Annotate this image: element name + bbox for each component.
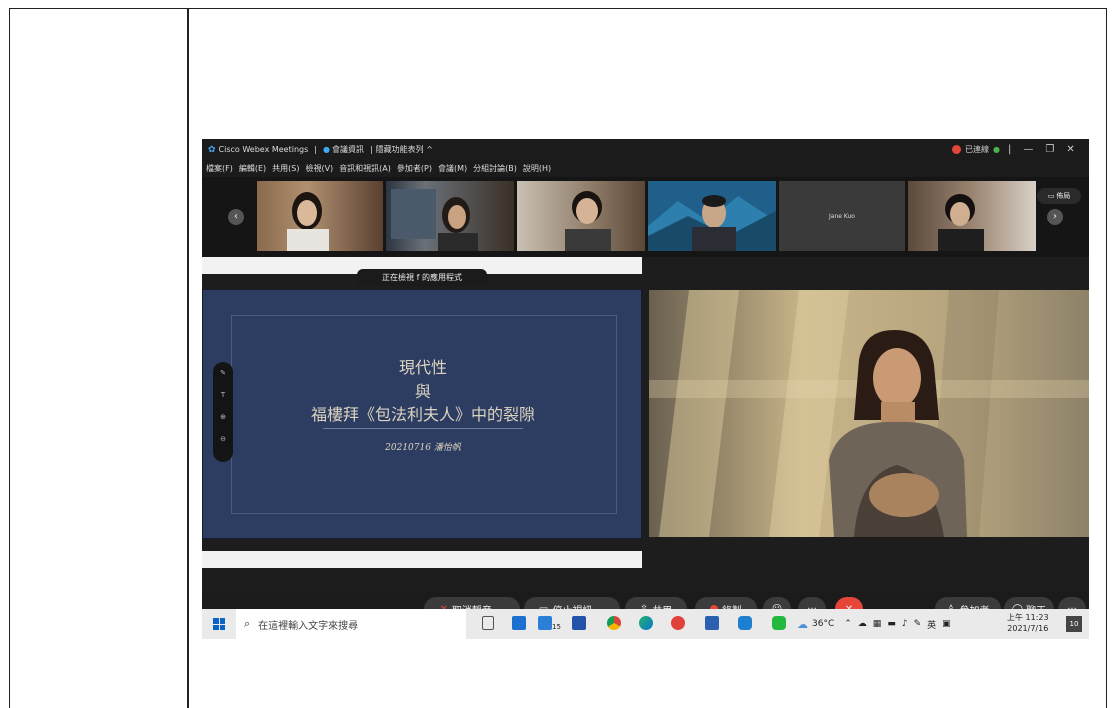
task-view-icon[interactable] [482, 616, 494, 630]
windows-start-icon[interactable] [213, 618, 225, 630]
clock[interactable]: 上午 11:23 2021/7/16 [1007, 612, 1049, 634]
document-column-divider [187, 8, 189, 708]
connection-status[interactable]: 已連線 [965, 144, 989, 155]
participant-name: Jane Kuo [829, 212, 855, 220]
screen-recorder-icon[interactable] [671, 616, 685, 630]
shared-window-bottom-edge [202, 551, 642, 568]
slide-divider [323, 428, 523, 429]
participant-avatar [565, 191, 611, 251]
slide-title-line2: 與 [414, 382, 431, 401]
clock-time: 上午 11:23 [1007, 613, 1049, 622]
menu-meeting[interactable]: 會議(M) [438, 163, 467, 174]
menu-edit[interactable]: 編輯(E) [239, 163, 266, 174]
restore-button[interactable]: ❐ [1045, 144, 1054, 155]
menu-file[interactable]: 檔案(F) [206, 163, 233, 174]
participant-video-1[interactable] [257, 181, 383, 251]
participant-avatar [938, 194, 984, 251]
participant-strip: ‹ Jane Kuo ▭ 佈局 › [202, 177, 1089, 257]
meeting-stage: 現代性 與 福樓拜《包法利夫人》中的裂隙 20210716 潘怡帆 ✎ T ⊕ … [202, 257, 1089, 592]
layout-icon: ▭ [1047, 192, 1055, 200]
active-speaker-video[interactable] [649, 290, 1089, 537]
line-icon[interactable] [772, 616, 786, 630]
layout-label: 佈局 [1056, 192, 1071, 200]
webex-screenshot: ✿ Cisco Webex Meetings | ● 會議資訊 | 隱藏功能表列… [202, 139, 1089, 639]
battery-icon[interactable]: ▬ [887, 619, 896, 629]
separator: | [1007, 144, 1012, 155]
slide-title-line1: 現代性 [398, 358, 447, 377]
participant-avatar [648, 195, 776, 251]
webex-taskbar-icon[interactable] [738, 616, 752, 630]
pen-icon[interactable]: ✎ [213, 362, 233, 384]
webex-logo-icon: ✿ [208, 144, 216, 155]
shared-slide: 現代性 與 福樓拜《包法利夫人》中的裂隙 20210716 潘怡帆 ✎ T ⊕ … [202, 289, 642, 539]
speaker-video-frame [649, 290, 1089, 537]
participant-tile-jane[interactable]: Jane Kuo [779, 181, 905, 251]
store-icon[interactable] [512, 616, 526, 630]
search-placeholder: 在這裡輸入文字來搜尋 [258, 620, 359, 632]
slide-date-author: 20210716 潘怡帆 [385, 443, 461, 453]
windows-taskbar: ⌕ 在這裡輸入文字來搜尋 15 ☁ 36°C ⌃ ☁ ▦ ▬ ♪ ✎ 英 ▣ 上… [202, 609, 1089, 639]
volume-icon[interactable]: ♪ [902, 619, 908, 629]
info-icon: ● [322, 145, 330, 154]
weather-cloud-icon: ☁ [797, 617, 808, 631]
menu-share[interactable]: 共用(S) [272, 163, 299, 174]
edge-icon[interactable] [639, 616, 653, 630]
input-method[interactable]: 英 [927, 618, 936, 631]
network-icon[interactable]: ▦ [873, 619, 882, 629]
mail-calendar-icon[interactable] [538, 616, 552, 630]
tray-expand-icon[interactable]: ⌃ [844, 619, 852, 629]
layout-button[interactable]: ▭ 佈局 [1037, 188, 1081, 204]
viewing-application-banner: 正在檢視 f 的應用程式 [357, 269, 487, 286]
participant-video-2[interactable] [386, 181, 514, 251]
clock-date: 2021/7/16 [1007, 624, 1049, 633]
zoom-in-icon[interactable]: ⊕ [213, 406, 233, 428]
menu-breakout[interactable]: 分組討論(B) [473, 163, 517, 174]
participant-video-3[interactable] [517, 181, 645, 251]
annotation-toolbar: ✎ T ⊕ ⊖ [213, 362, 233, 462]
zoom-out-icon[interactable]: ⊖ [213, 428, 233, 450]
calendar-badge: 15 [552, 623, 561, 631]
separator: | [314, 145, 317, 154]
taskbar-search-box[interactable]: ⌕ 在這裡輸入文字來搜尋 [236, 609, 466, 639]
menu-bar: 檔案(F) 編輯(E) 共用(S) 檢視(V) 音訊和視訊(A) 參加者(P) … [202, 160, 1089, 176]
participant-avatar [287, 192, 329, 251]
minimize-button[interactable]: — [1023, 144, 1033, 155]
separator: | [369, 145, 373, 154]
strip-prev-button[interactable]: ‹ [228, 209, 244, 225]
strip-next-button[interactable]: › [1047, 209, 1063, 225]
system-tray: ☁ 36°C ⌃ ☁ ▦ ▬ ♪ ✎ 英 ▣ [797, 609, 951, 639]
menu-help[interactable]: 說明(H) [523, 163, 551, 174]
pen-tray-icon[interactable]: ✎ [914, 619, 922, 629]
menu-audio-video[interactable]: 音訊和視訊(A) [339, 163, 391, 174]
participant-avatar [391, 189, 478, 251]
slide-title-line3: 福樓拜《包法利夫人》中的裂隙 [310, 405, 535, 424]
participant-video-6[interactable] [908, 181, 1036, 251]
ime-mode-icon[interactable]: ▣ [942, 619, 951, 629]
signal-dot-icon: ● [993, 145, 1000, 154]
notification-center-button[interactable]: 10 [1066, 616, 1082, 632]
menu-view[interactable]: 檢視(V) [305, 163, 333, 174]
meeting-info-button[interactable]: 會議資訊 [332, 144, 364, 155]
connected-icon [952, 145, 961, 154]
b-app-icon[interactable] [572, 616, 586, 630]
menu-participants[interactable]: 參加者(P) [397, 163, 432, 174]
participant-video-4[interactable] [648, 181, 776, 251]
app-title: Cisco Webex Meetings [218, 145, 309, 154]
search-icon: ⌕ [244, 617, 251, 630]
text-icon[interactable]: T [213, 384, 233, 406]
close-button[interactable]: ✕ [1066, 144, 1074, 155]
hide-menu-button[interactable]: 隱藏功能表列 ^ [376, 144, 433, 155]
window-controls: 已連線 ● | — ❐ ✕ [952, 139, 1075, 160]
chrome-icon[interactable] [607, 616, 621, 630]
notification-count: 10 [1069, 620, 1079, 628]
word-icon[interactable] [705, 616, 719, 630]
onedrive-icon[interactable]: ☁ [858, 619, 867, 629]
temperature[interactable]: 36°C [812, 619, 834, 629]
